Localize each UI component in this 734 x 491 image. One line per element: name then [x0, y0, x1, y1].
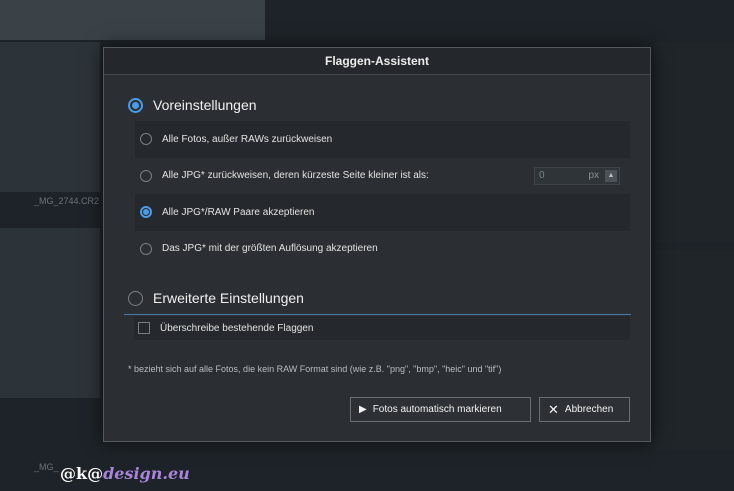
min-size-value[interactable]: 0 — [539, 170, 588, 181]
section-divider — [124, 314, 631, 315]
advanced-radio-indicator[interactable] — [128, 290, 143, 306]
watermark-brand: design.eu — [103, 464, 190, 483]
option-accept-largest-jpg[interactable]: Das JPG* mit der größten Auflösung akzep… — [135, 230, 630, 267]
close-icon: ✕ — [548, 401, 559, 417]
play-icon: ▶ — [359, 404, 367, 415]
cancel-label: Abbrechen — [564, 404, 614, 415]
footnote: * bezieht sich auf alle Fotos, die kein … — [128, 364, 502, 374]
flag-assistant-dialog: Flaggen-Assistent Voreinstellungen Alle … — [103, 47, 651, 442]
option-radio[interactable] — [140, 133, 152, 146]
background-thumbnail — [0, 0, 265, 40]
min-size-input[interactable]: 0 px ▲ — [534, 166, 620, 185]
presets-radio[interactable]: Voreinstellungen — [128, 97, 257, 113]
dialog-titlebar: Flaggen-Assistent — [104, 48, 650, 75]
option-label: Alle JPG*/RAW Paare akzeptieren — [162, 206, 315, 218]
option-accept-pairs[interactable]: Alle JPG*/RAW Paare akzeptieren — [135, 194, 630, 231]
cancel-button[interactable]: ✕ Abbrechen — [539, 397, 630, 422]
presets-label: Voreinstellungen — [153, 97, 257, 113]
option-reject-small-jpg[interactable]: Alle JPG* zurückweisen, deren kürzeste S… — [135, 157, 630, 194]
background-file-label: _MG_2744.CR2 — [34, 196, 100, 206]
option-reject-non-raw[interactable]: Alle Fotos, außer RAWs zurückweisen — [135, 121, 630, 158]
auto-mark-label: Fotos automatisch markieren — [372, 404, 502, 415]
overwrite-flags-label: Überschreibe bestehende Flaggen — [160, 322, 314, 334]
advanced-radio[interactable]: Erweiterte Einstellungen — [128, 290, 304, 306]
option-radio[interactable] — [140, 242, 152, 255]
background-thumbnail — [0, 42, 100, 192]
dialog-title: Flaggen-Assistent — [324, 54, 429, 68]
overwrite-flags-row[interactable]: Überschreibe bestehende Flaggen — [134, 316, 630, 340]
advanced-label: Erweiterte Einstellungen — [153, 290, 304, 306]
presets-options-list: Alle Fotos, außer RAWs zurückweisen Alle… — [135, 121, 630, 267]
auto-mark-button[interactable]: ▶ Fotos automatisch markieren — [350, 397, 531, 422]
presets-radio-indicator[interactable] — [128, 97, 143, 113]
background-thumbnail — [655, 250, 734, 450]
watermark: @k@design.eu — [60, 464, 190, 483]
stepper-icon[interactable]: ▲ — [605, 169, 617, 182]
background-thumbnail — [0, 228, 100, 398]
overwrite-flags-checkbox[interactable] — [138, 322, 150, 334]
background-file-label: _MG_ — [34, 462, 59, 472]
option-radio[interactable] — [140, 206, 152, 219]
min-size-unit: px — [588, 170, 599, 182]
option-radio[interactable] — [140, 169, 152, 182]
option-label: Alle JPG* zurückweisen, deren kürzeste S… — [162, 170, 429, 182]
background-thumbnail — [655, 42, 734, 242]
watermark-prefix: @k@ — [60, 464, 104, 483]
option-label: Das JPG* mit der größten Auflösung akzep… — [162, 243, 378, 255]
option-label: Alle Fotos, außer RAWs zurückweisen — [162, 133, 333, 145]
